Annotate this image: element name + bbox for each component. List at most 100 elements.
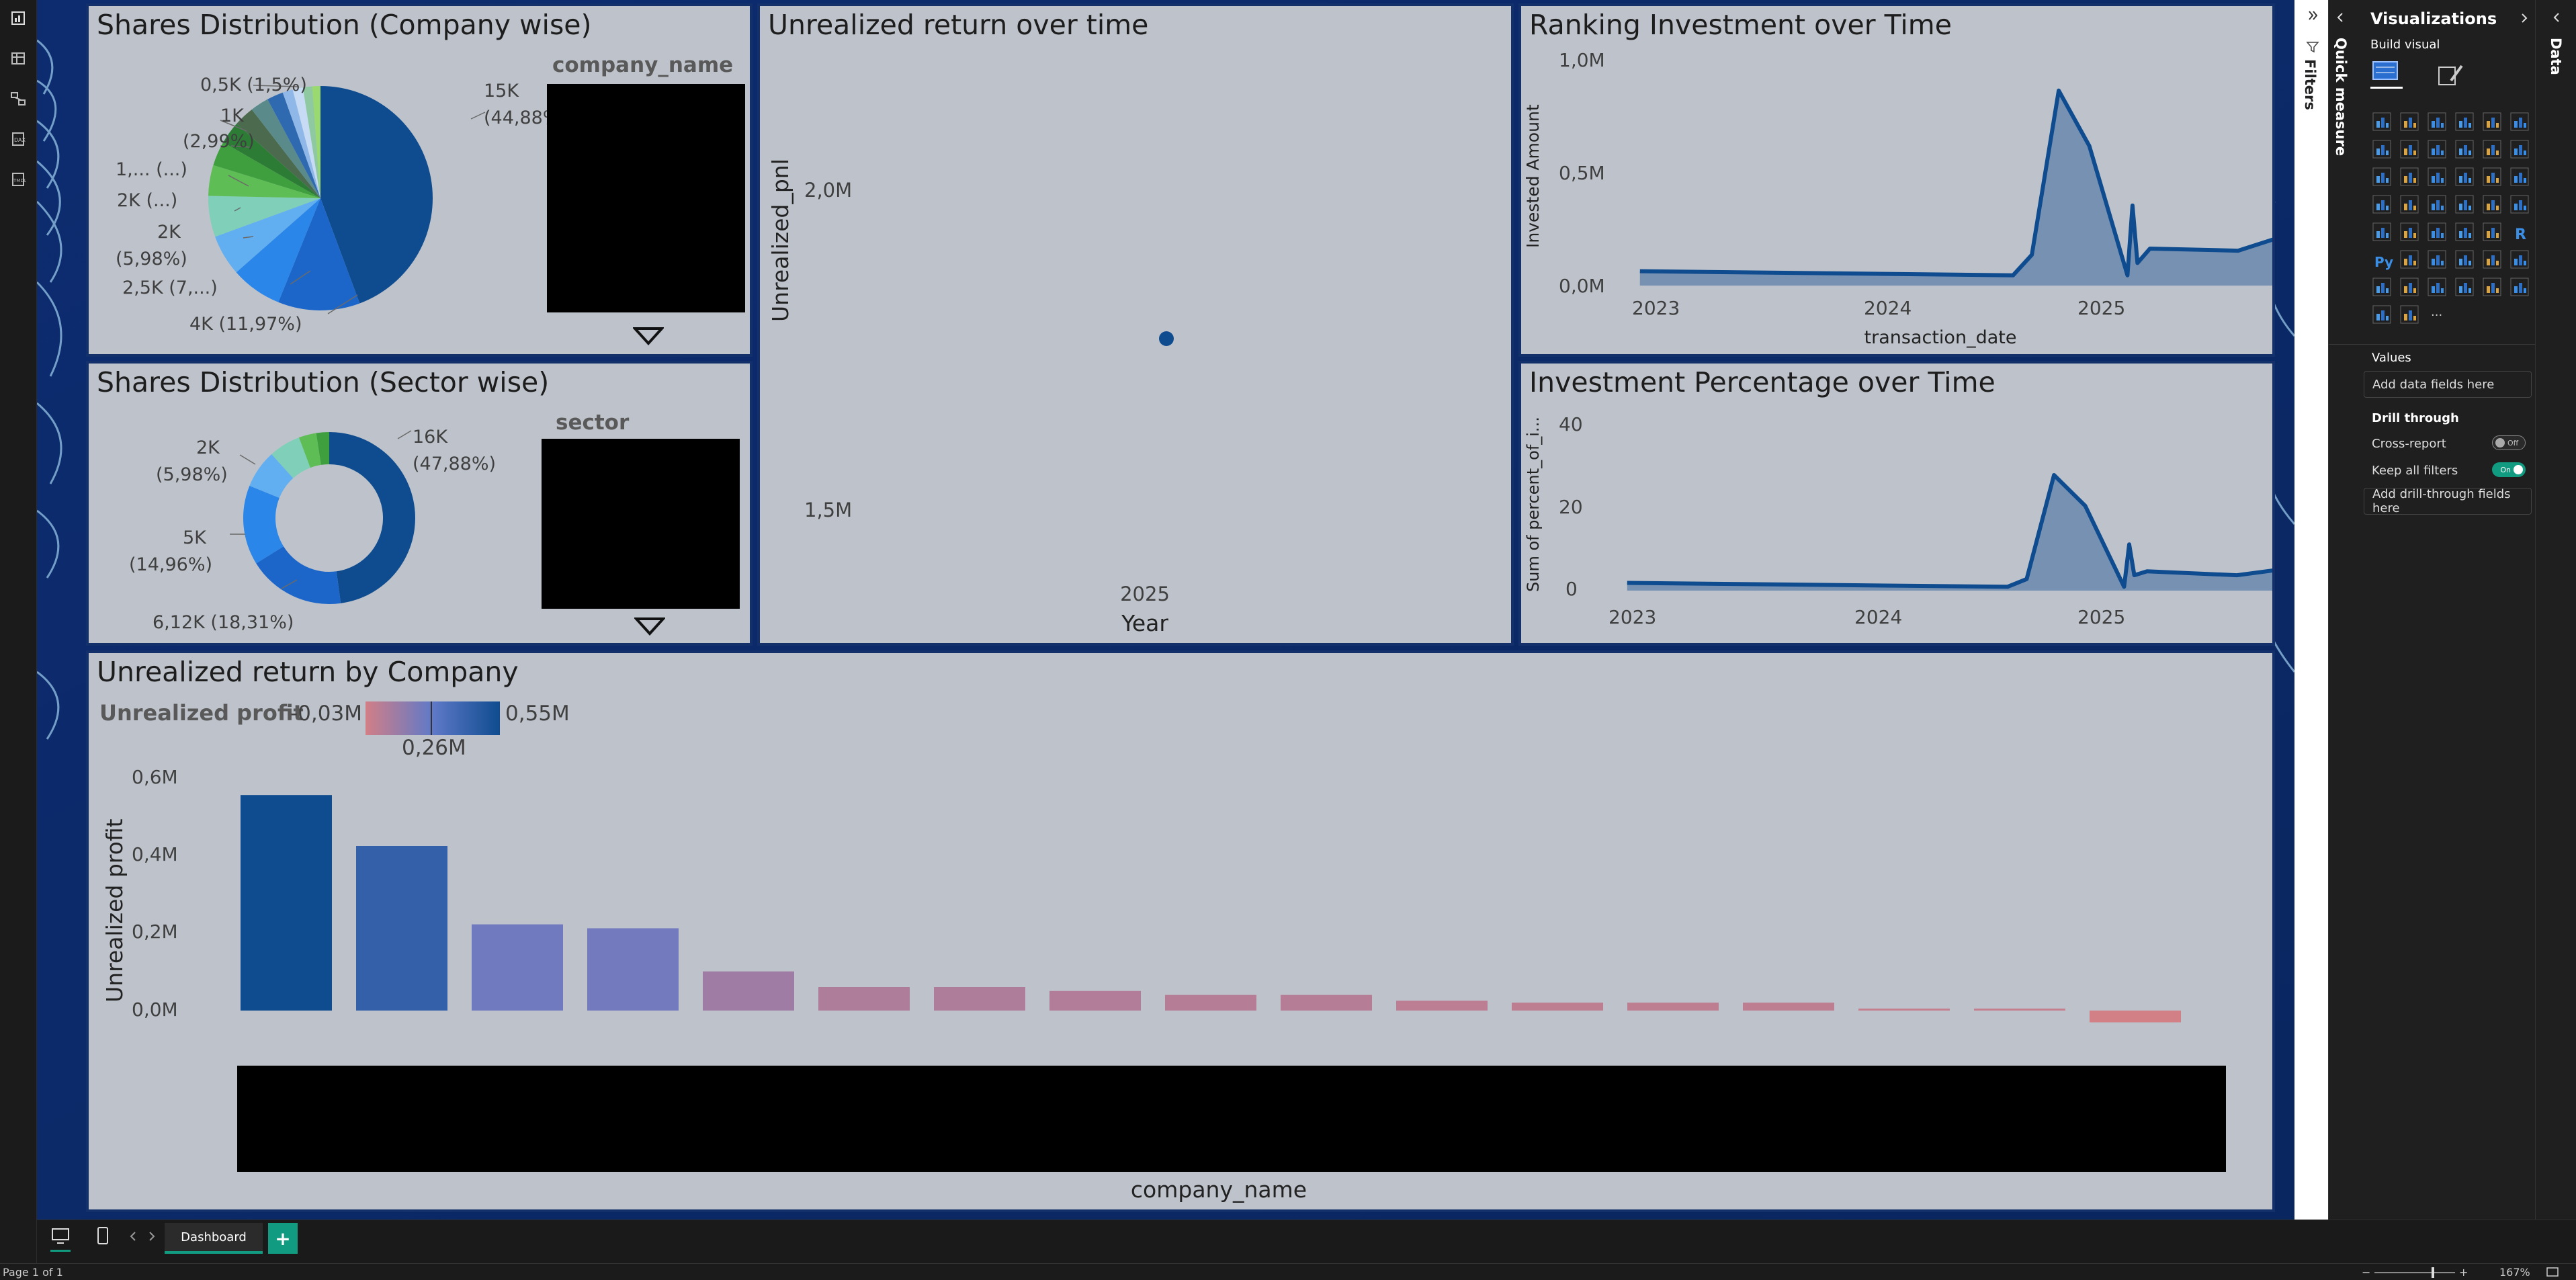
sector-slicer-list[interactable] — [542, 439, 740, 609]
visual-type-icon[interactable] — [2428, 250, 2446, 269]
visual-type-icon[interactable] — [2510, 250, 2529, 269]
visual-type-icon[interactable] — [2428, 140, 2446, 159]
visual-type-icon[interactable] — [2455, 222, 2474, 241]
dax-query-icon[interactable]: DAX — [9, 130, 27, 148]
ranking-area-chart[interactable]: Invested Amount 1,0M 0,5M 0,0M 2023 2024… — [1521, 6, 2272, 354]
visual-type-icon[interactable] — [2455, 140, 2474, 159]
bar[interactable] — [1858, 1009, 1950, 1011]
visual-type-icon[interactable] — [2455, 112, 2474, 131]
visual-type-icon[interactable] — [2428, 222, 2446, 241]
zoom-out-button[interactable]: − — [2362, 1266, 2370, 1279]
bar[interactable] — [818, 987, 910, 1011]
visual-type-icon[interactable] — [2510, 167, 2529, 186]
visual-type-icon[interactable] — [2428, 167, 2446, 186]
bar[interactable] — [1396, 1000, 1488, 1011]
desktop-layout-icon[interactable] — [50, 1226, 71, 1246]
visual-type-icon[interactable]: ··· — [2431, 308, 2442, 323]
expand-data-icon[interactable] — [2549, 11, 2563, 24]
visual-type-icon[interactable] — [2483, 112, 2501, 131]
bar[interactable] — [1512, 1002, 1603, 1011]
visual-type-icon[interactable] — [2372, 278, 2391, 296]
visual-type-icon[interactable] — [2483, 278, 2501, 296]
visual-type-icon[interactable] — [2428, 278, 2446, 296]
visual-type-gallery[interactable]: R Py ··· — [2369, 109, 2533, 337]
visual-type-icon[interactable] — [2455, 195, 2474, 214]
next-page-icon[interactable] — [144, 1230, 158, 1243]
tmdl-view-icon[interactable]: TMDL — [9, 171, 27, 188]
zoom-slider-track[interactable] — [2374, 1272, 2455, 1273]
add-page-button[interactable]: + — [268, 1223, 298, 1254]
bar[interactable] — [1743, 1002, 1834, 1011]
bar[interactable] — [1627, 1002, 1719, 1011]
bar[interactable] — [703, 971, 794, 1011]
investment-percentage-panel[interactable]: Investment Percentage over Time Sum of p… — [1518, 361, 2275, 646]
company-pie-panel[interactable]: Shares Distribution (Company wise) 0,5K … — [86, 3, 753, 357]
visual-type-icon[interactable]: Py — [2374, 254, 2393, 270]
build-visual-tab[interactable] — [2370, 58, 2403, 89]
data-pane-collapsed[interactable]: Data — [2535, 0, 2576, 1263]
visual-type-icon[interactable] — [2510, 112, 2529, 131]
visual-type-icon[interactable] — [2372, 112, 2391, 131]
dropdown-arrow-icon[interactable] — [634, 616, 665, 636]
visual-type-icon[interactable] — [2372, 222, 2391, 241]
visual-type-icon[interactable] — [2400, 278, 2419, 296]
filters-pane-collapsed[interactable]: Filters — [2294, 0, 2328, 1220]
pie-slice[interactable] — [329, 432, 415, 603]
visual-type-icon[interactable] — [2455, 250, 2474, 269]
zoom-in-button[interactable]: + — [2459, 1266, 2468, 1279]
visual-type-icon[interactable] — [2428, 112, 2446, 131]
visual-type-icon[interactable]: R — [2515, 226, 2526, 243]
visual-type-icon[interactable] — [2372, 140, 2391, 159]
visual-type-icon[interactable] — [2372, 305, 2391, 324]
visual-type-icon[interactable] — [2483, 250, 2501, 269]
model-view-icon[interactable] — [9, 90, 27, 108]
prev-page-icon[interactable] — [127, 1230, 140, 1243]
bar[interactable] — [1049, 990, 1141, 1011]
visual-type-icon[interactable] — [2400, 167, 2419, 186]
bar[interactable] — [1281, 994, 1372, 1011]
fit-to-page-icon[interactable] — [2546, 1267, 2559, 1277]
visual-type-icon[interactable] — [2510, 140, 2529, 159]
bar[interactable] — [1974, 1009, 2065, 1011]
mobile-layout-icon[interactable] — [95, 1226, 111, 1246]
visual-type-icon[interactable] — [2455, 167, 2474, 186]
visual-type-icon[interactable] — [2372, 167, 2391, 186]
company-slicer-list[interactable] — [547, 84, 745, 312]
bar[interactable] — [934, 987, 1025, 1011]
bar[interactable] — [587, 928, 679, 1011]
visual-type-icon[interactable] — [2400, 250, 2419, 269]
bar[interactable] — [356, 846, 447, 1011]
dropdown-arrow-icon[interactable] — [633, 326, 664, 346]
visual-type-icon[interactable] — [2510, 195, 2529, 214]
add-drill-through-well[interactable]: Add drill-through fields here — [2364, 487, 2532, 515]
series-line[interactable] — [1639, 88, 2272, 278]
unrealized-bar-chart[interactable]: Unrealized profit -0,03M 0,55M 0,26M Unr… — [89, 653, 2272, 1209]
bar[interactable] — [241, 795, 332, 1011]
table-view-icon[interactable] — [9, 50, 27, 67]
zoom-slider-thumb[interactable] — [2432, 1267, 2434, 1278]
visual-type-icon[interactable] — [2483, 140, 2501, 159]
expand-right-icon[interactable] — [2518, 12, 2530, 24]
bar[interactable] — [472, 924, 563, 1011]
tab-dashboard[interactable]: Dashboard — [165, 1223, 263, 1254]
visual-type-icon[interactable] — [2455, 278, 2474, 296]
visual-type-icon[interactable] — [2510, 278, 2529, 296]
unrealized-by-company-panel[interactable]: Unrealized return by Company Unrealized … — [86, 650, 2275, 1212]
visual-type-icon[interactable] — [2428, 195, 2446, 214]
ranking-investment-panel[interactable]: Ranking Investment over Time Invested Am… — [1518, 3, 2275, 357]
percentage-area-chart[interactable]: Sum of percent_of_i... 40 20 0 2023 2024… — [1521, 364, 2272, 643]
bar[interactable] — [2090, 1011, 2181, 1023]
keep-filters-toggle[interactable]: On — [2492, 462, 2526, 477]
format-visual-tab[interactable] — [2436, 60, 2466, 90]
visual-type-icon[interactable] — [2400, 195, 2419, 214]
visual-type-icon[interactable] — [2483, 222, 2501, 241]
visual-type-icon[interactable] — [2483, 167, 2501, 186]
sector-donut-panel[interactable]: Shares Distribution (Sector wise) 2K (5,… — [86, 361, 753, 646]
series-line[interactable] — [1627, 473, 2272, 589]
visual-type-icon[interactable] — [2483, 195, 2501, 214]
visual-type-icon[interactable] — [2400, 112, 2419, 131]
quick-measure-label[interactable]: Quick measure — [2333, 38, 2349, 156]
bar[interactable] — [1165, 994, 1256, 1011]
report-view-icon[interactable] — [9, 9, 27, 27]
visual-type-icon[interactable] — [2400, 140, 2419, 159]
